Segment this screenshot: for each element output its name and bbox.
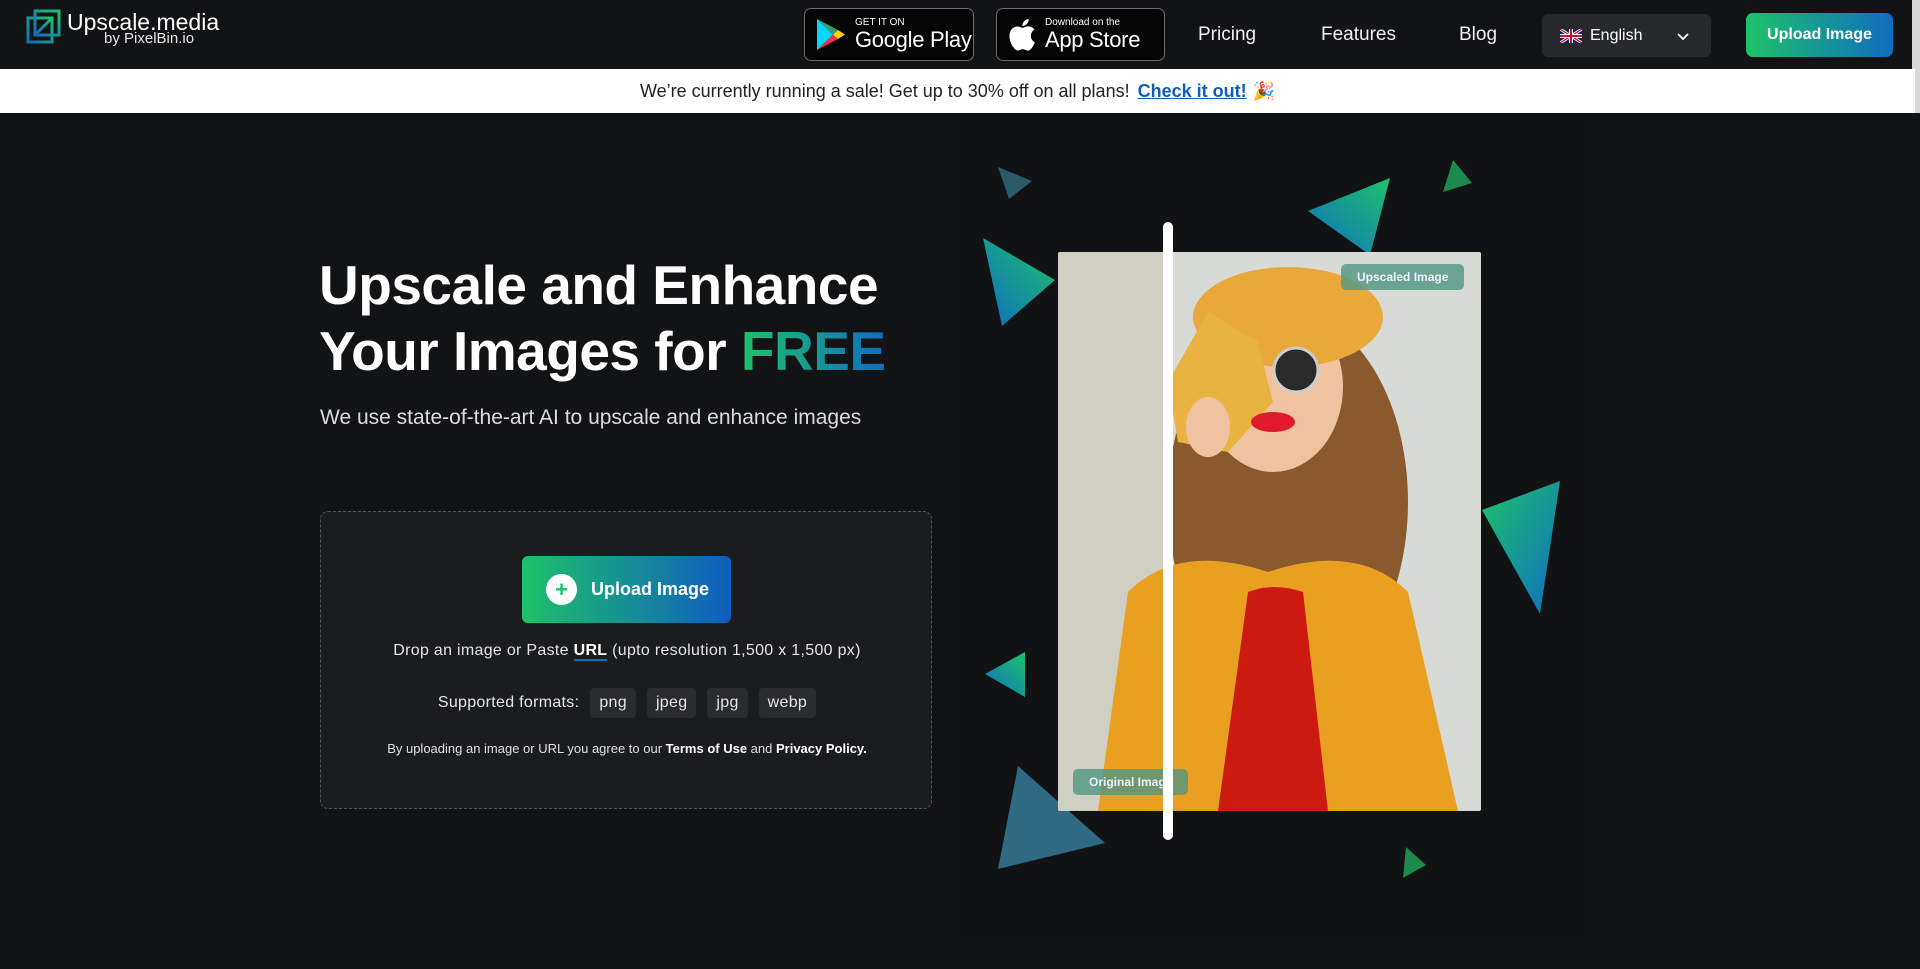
comparison-slider-handle[interactable] xyxy=(1163,222,1173,840)
decor-triangle xyxy=(1443,160,1472,192)
woman-portrait-image xyxy=(1058,252,1481,811)
decorative-triangles xyxy=(0,0,1920,969)
upscaled-image-label: Upscaled Image xyxy=(1341,264,1464,290)
decor-triangle xyxy=(1403,847,1426,878)
decor-triangle xyxy=(1482,481,1560,614)
decor-triangle xyxy=(985,652,1025,697)
decor-triangle xyxy=(998,167,1032,199)
decor-triangle xyxy=(1308,178,1390,255)
decor-triangle xyxy=(983,238,1055,326)
before-after-photo[interactable] xyxy=(1058,252,1481,811)
